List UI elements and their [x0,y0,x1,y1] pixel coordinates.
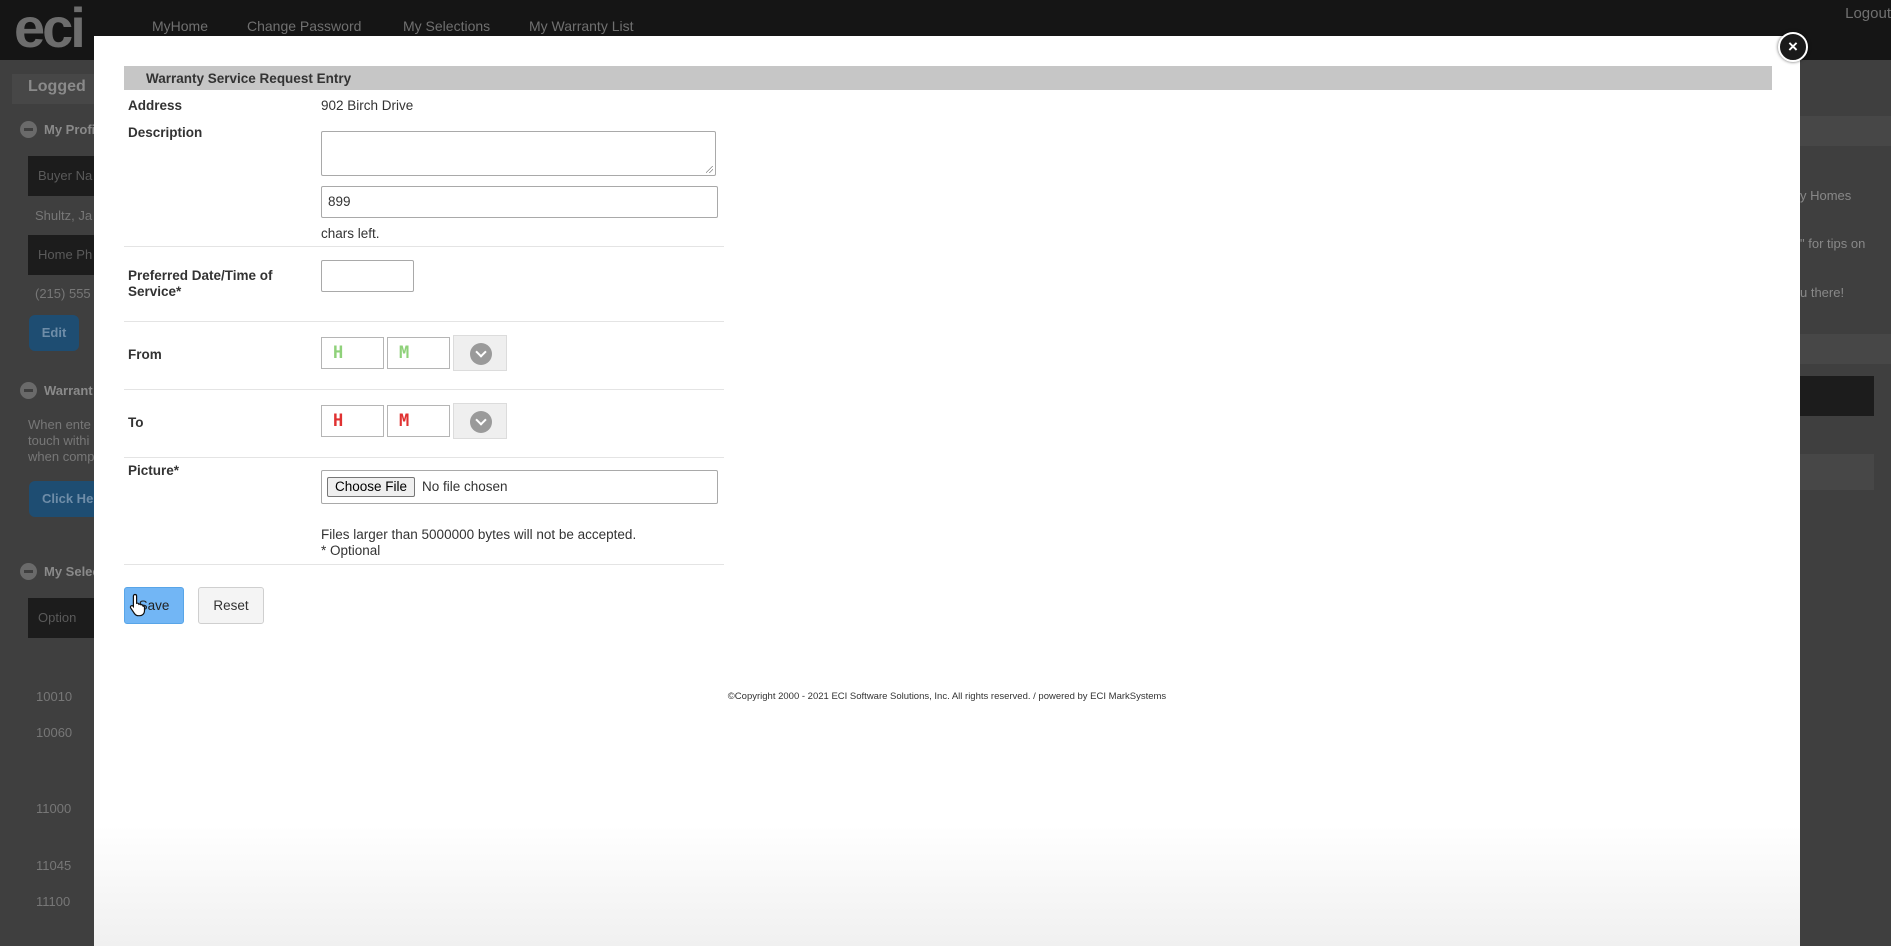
choose-file-button[interactable]: Choose File [327,477,416,497]
warranty-text-2: touch withi [28,433,90,448]
resize-grip-icon[interactable] [706,166,713,173]
copyright-footer: ©Copyright 2000 - 2021 ECI Software Solu… [727,691,1167,702]
divider [124,564,724,565]
chevron-down-icon [470,343,492,365]
divider [124,457,724,458]
logout-link[interactable]: Logout [1845,5,1891,22]
from-hour-input[interactable]: H [321,337,384,369]
warranty-title: Warrant [44,383,93,398]
right-row [1800,454,1874,490]
divider [124,246,724,247]
address-label: Address [128,98,183,113]
to-label: To [128,415,144,430]
option-row: 10010 [36,689,73,704]
preferred-date-label: Preferred Date/Time of Service* [128,268,273,299]
divider [124,321,724,322]
to-hour-input[interactable]: H [321,405,384,437]
hand-cursor-icon [129,593,146,617]
logged-label: Logged [28,78,86,95]
nav-myhome[interactable]: MyHome [152,18,208,34]
option-row: 10060 [36,725,73,740]
profile-title: My Profi [44,122,96,137]
optional-note: * Optional [321,543,381,558]
collapse-icon[interactable] [20,563,37,580]
collapse-icon[interactable] [20,121,37,138]
phone-number: (215) 555 [35,286,91,301]
picture-file-input[interactable]: Choose File No file chosen [321,470,718,504]
nav-my-selections[interactable]: My Selections [403,18,490,34]
buyer-label: Buyer Na [38,168,93,183]
description-textarea[interactable] [321,131,716,176]
modal-title: Warranty Service Request Entry [146,71,352,86]
option-header-label: Option [38,610,77,625]
to-time-dropdown[interactable] [453,403,507,439]
modal-bottom-fade [94,826,1800,946]
file-size-note: Files larger than 5000000 bytes will not… [321,527,637,542]
collapse-icon[interactable] [20,382,37,399]
right-panel-header [1800,116,1891,146]
edit-button[interactable]: Edit [29,315,79,351]
chars-left-text: chars left. [321,226,380,241]
selections-title: My Selec [44,564,100,579]
warranty-request-modal: Warranty Service Request Entry Address 9… [94,36,1800,946]
description-label: Description [128,125,203,140]
option-row: 11000 [36,801,72,816]
buyer-name: Shultz, Ja [35,208,93,223]
close-icon[interactable]: × [1778,32,1808,62]
click-here-button[interactable]: Click He [29,481,99,517]
right-text-3: u there! [1800,285,1845,300]
warranty-text-1: When ente [28,417,91,432]
from-time-dropdown[interactable] [453,335,507,371]
divider [124,389,724,390]
reset-button[interactable]: Reset [198,587,264,624]
right-text-1: y Homes [1800,188,1852,203]
address-value: 902 Birch Drive [321,98,414,113]
eci-logo: eci [14,0,86,59]
panel-header: Warranty Service Request Entry [124,66,1772,90]
chevron-down-icon [470,411,492,433]
right-dark-row [1800,376,1874,416]
option-row: 11045 [36,858,72,873]
no-file-text: No file chosen [422,479,508,494]
right-panel-header [1800,334,1891,364]
preferred-date-input[interactable] [321,260,414,292]
right-text-2: " for tips on [1800,236,1866,251]
from-label: From [128,347,162,362]
home-label: Home Ph [38,247,93,262]
nav-change-password[interactable]: Change Password [247,18,361,34]
nav-my-warranty-list[interactable]: My Warranty List [529,18,634,34]
to-minute-input[interactable]: M [387,405,450,437]
picture-label: Picture* [128,463,180,478]
option-row: 11100 [36,894,71,909]
warranty-text-3: when comp [28,449,95,464]
from-minute-input[interactable]: M [387,337,450,369]
chars-left-counter: 899 [321,186,718,218]
